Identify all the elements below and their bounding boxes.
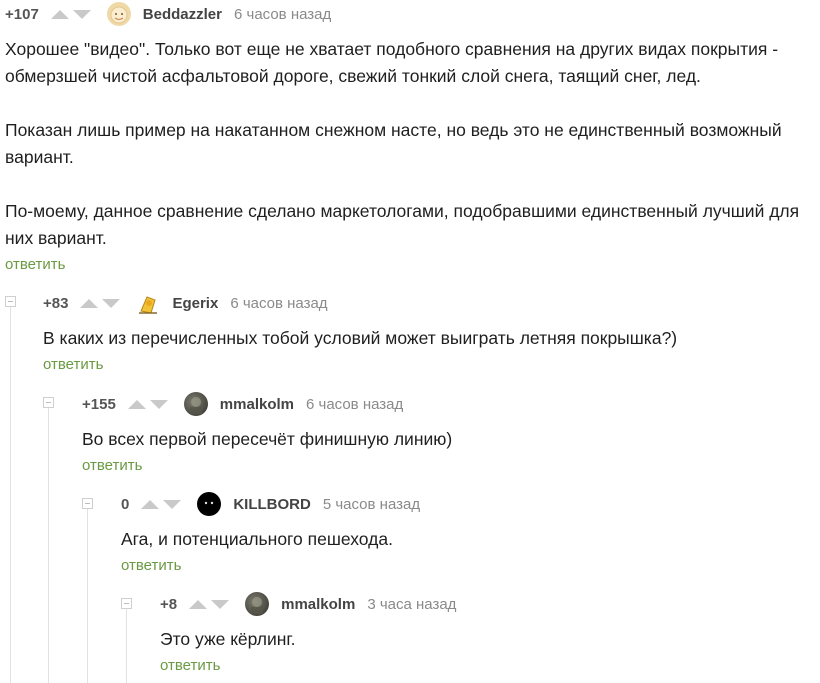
downvote-icon[interactable]: [102, 298, 121, 308]
comment-author[interactable]: Egerix: [172, 295, 218, 312]
comment-author[interactable]: Beddazzler: [143, 6, 222, 23]
comment-mmalkolm-2: +8 mmalkolm 3 часа назад Это уже кёрлинг…: [160, 590, 810, 674]
downvote-icon[interactable]: [211, 599, 230, 609]
comment-score: +8: [160, 595, 178, 613]
reply-button[interactable]: ответить: [121, 557, 811, 574]
avatar[interactable]: [183, 392, 208, 416]
vote-controls: [80, 298, 124, 308]
comment-score: +155: [82, 395, 116, 413]
comment-header: 0 KILLBORD 5 часов назад: [121, 490, 811, 518]
thread-line: [10, 306, 11, 683]
comment-header: +8 mmalkolm 3 часа назад: [160, 590, 810, 618]
avatar[interactable]: [106, 2, 131, 26]
comment-body: Ага, и потенциального пешехода.: [121, 529, 393, 549]
comment-mmalkolm: +155 mmalkolm 6 часов назад Во всех перв…: [82, 390, 812, 474]
downvote-icon[interactable]: [163, 499, 182, 509]
vote-controls: [127, 399, 172, 409]
reply-button[interactable]: ответить: [82, 457, 812, 474]
comment-author[interactable]: mmalkolm: [220, 396, 294, 413]
comment-body: Хорошее "видео". Только вот еще не хвата…: [5, 36, 815, 252]
thread-line: [126, 608, 127, 683]
comment-header: +107 Beddazzler 6 часов назад: [5, 0, 815, 28]
collapse-icon[interactable]: [43, 397, 54, 408]
avatar[interactable]: [197, 492, 222, 516]
vote-controls: [189, 599, 233, 609]
comment-body: В каких из перечисленных тобой условий м…: [43, 328, 678, 348]
reply-button[interactable]: ответить: [43, 356, 813, 373]
upvote-icon[interactable]: [50, 9, 69, 19]
comment-killbord: 0 KILLBORD 5 часов назад Ага, и потенциа…: [121, 490, 811, 574]
reply-button[interactable]: ответить: [5, 256, 815, 273]
comment-time: 6 часов назад: [306, 395, 404, 413]
comment-body: Это уже кёрлинг.: [160, 629, 296, 649]
comment-time: 6 часов назад: [234, 5, 332, 23]
comment-score: +83: [43, 294, 69, 312]
comment-author[interactable]: mmalkolm: [281, 596, 355, 613]
comment-paragraph: Показан лишь пример на накатанном снежно…: [5, 120, 782, 167]
comment-time: 3 часа назад: [367, 595, 457, 613]
avatar[interactable]: [245, 592, 270, 616]
comment-paragraph: По-моему, данное сравнение сделано марке…: [5, 201, 800, 248]
downvote-icon[interactable]: [72, 9, 91, 19]
vote-controls: [141, 499, 185, 509]
thread-line: [48, 407, 49, 683]
comment-header: +83 Egerix 6 часов назад: [43, 289, 813, 317]
upvote-icon[interactable]: [127, 399, 146, 409]
comment-author[interactable]: KILLBORD: [233, 496, 311, 513]
comment-paragraph: Хорошее "видео". Только вот еще не хвата…: [5, 39, 779, 86]
comment-time: 5 часов назад: [322, 495, 421, 513]
comment-beddazzler: +107 Beddazzler 6 часов назад Хорошее "в…: [5, 0, 815, 273]
comment-time: 6 часов назад: [230, 294, 328, 312]
comment-egerix: +83 Egerix 6 часов назад В каких из пере…: [43, 289, 813, 374]
avatar[interactable]: [136, 291, 160, 315]
upvote-icon[interactable]: [80, 298, 99, 308]
downvote-icon[interactable]: [149, 399, 168, 409]
collapse-icon[interactable]: [121, 598, 132, 609]
reply-button[interactable]: ответить: [160, 657, 810, 674]
thread-line: [87, 508, 88, 683]
comment-header: +155 mmalkolm 6 часов назад: [82, 390, 812, 418]
upvote-icon[interactable]: [141, 499, 160, 509]
comment-score: 0: [121, 495, 130, 513]
collapse-icon[interactable]: [82, 498, 93, 509]
vote-controls: [50, 9, 95, 19]
upvote-icon[interactable]: [189, 599, 208, 609]
comment-score: +107: [5, 5, 39, 23]
collapse-icon[interactable]: [5, 296, 16, 307]
comment-body: Во всех первой пересечёт финишную линию): [82, 429, 453, 449]
